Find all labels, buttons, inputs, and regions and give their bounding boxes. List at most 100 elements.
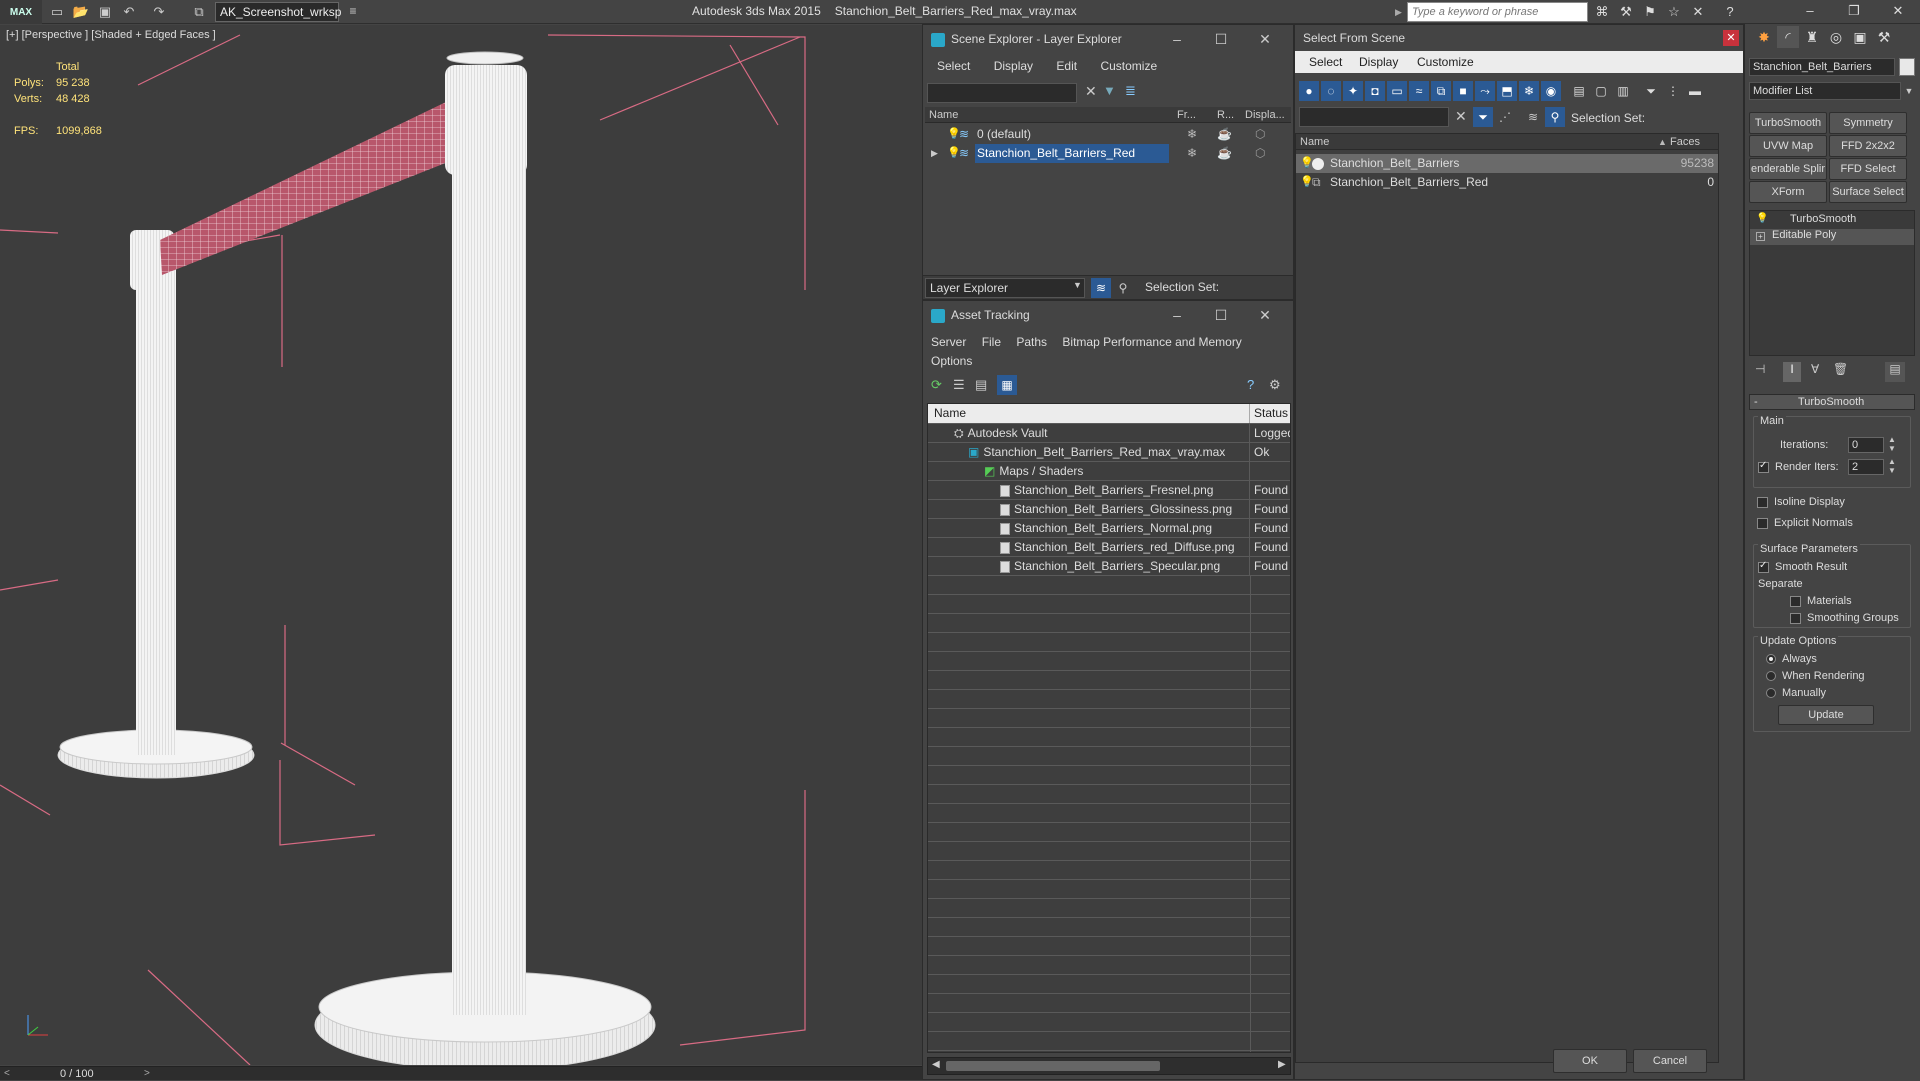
always-radio[interactable]: Always — [1766, 653, 1817, 665]
display-bones-icon[interactable]: ⤳ — [1475, 81, 1495, 101]
close-icon[interactable]: ✕ — [1243, 301, 1287, 329]
turbosmooth-rollout-header[interactable]: - TurboSmooth — [1749, 394, 1915, 410]
explorer-type-dropdown[interactable]: Layer Explorer — [925, 278, 1085, 298]
minimize-icon[interactable]: – — [1155, 25, 1199, 53]
menu-display[interactable]: Display — [1359, 55, 1398, 69]
asset-row[interactable]: ⛭ Autodesk Vault Logged — [928, 424, 1290, 443]
render-iters-spinner[interactable]: ▲ ▼ — [1888, 457, 1896, 475]
pin-stack-icon[interactable]: ⊣ — [1755, 362, 1765, 376]
asset-tracking-titlebar[interactable]: Asset Tracking – ☐ ✕ — [923, 301, 1293, 329]
time-slider[interactable]: < 0 / 100 > — [0, 1066, 922, 1080]
display-containers-icon[interactable]: ⬒ — [1497, 81, 1517, 101]
col-name[interactable]: Name — [929, 107, 958, 123]
display-helpers-icon[interactable]: ▭ — [1387, 81, 1407, 101]
display-geometry-icon[interactable]: ● — [1299, 81, 1319, 101]
open-file-icon[interactable]: 📂 — [72, 3, 90, 21]
sort-ascending-icon[interactable]: ▲ — [1658, 134, 1667, 150]
menu-server[interactable]: Server — [931, 335, 966, 349]
object-row[interactable]: 💡 Stanchion_Belt_Barriers 95238 — [1296, 154, 1718, 173]
col-display[interactable]: Displa... — [1245, 107, 1285, 123]
scrollbar-thumb[interactable] — [946, 1061, 1160, 1071]
new-file-icon[interactable]: ▭ — [48, 3, 66, 21]
select-search-input[interactable] — [1299, 107, 1449, 127]
freeze-icon[interactable]: ❄ — [1187, 125, 1197, 144]
save-icon[interactable]: ▣ — [96, 3, 114, 21]
render-icon[interactable]: ☕ — [1217, 144, 1232, 163]
configure-modifier-sets-icon[interactable]: ▤ — [1885, 362, 1905, 382]
when-rendering-radio[interactable]: When Rendering — [1766, 670, 1865, 682]
search-expand-icon[interactable]: ▶ — [1395, 2, 1405, 22]
time-prev-button[interactable]: < — [4, 1067, 10, 1081]
binoculars-icon[interactable]: ⌘ — [1592, 2, 1612, 22]
filter-icon[interactable]: ⏷ — [1641, 81, 1661, 101]
surface-select-button[interactable]: Surface Select — [1829, 181, 1907, 203]
materials-checkbox[interactable]: Materials — [1790, 595, 1852, 607]
modify-tab-icon[interactable]: ◜ — [1777, 26, 1799, 48]
display-lights-icon[interactable]: ✦ — [1343, 81, 1363, 101]
select-children-icon[interactable]: ⋰ — [1495, 107, 1515, 127]
scene-explorer-search-input[interactable] — [927, 83, 1077, 103]
menu-customize[interactable]: Customize — [1100, 59, 1157, 73]
render-iters-input[interactable]: 2 — [1848, 459, 1884, 475]
object-color-swatch[interactable] — [1899, 58, 1915, 76]
uvw-map-button[interactable]: UVW Map — [1749, 135, 1827, 157]
remove-modifier-icon[interactable]: 🗑 — [1833, 362, 1848, 376]
menu-paths[interactable]: Paths — [1016, 335, 1047, 349]
symmetry-button[interactable]: Symmetry — [1829, 112, 1907, 134]
cancel-button[interactable]: Cancel — [1633, 1049, 1707, 1073]
workspace-dropdown[interactable]: AK_Screenshot_wrksp — [215, 2, 341, 22]
asset-row[interactable]: Stanchion_Belt_Barriers_Glossiness.png F… — [928, 500, 1290, 519]
select-all-icon[interactable]: ▤ — [1569, 81, 1589, 101]
manually-radio[interactable]: Manually — [1766, 687, 1826, 699]
utilities-tab-icon[interactable]: ⚒ — [1873, 26, 1895, 48]
asset-row[interactable]: Stanchion_Belt_Barriers_red_Diffuse.png … — [928, 538, 1290, 557]
asset-row[interactable]: ◩ Maps / Shaders — [928, 462, 1290, 481]
smoothing-groups-checkbox[interactable]: Smoothing Groups — [1790, 612, 1899, 624]
list-view-icon[interactable]: ☰ — [953, 377, 965, 393]
stack-item-turbosmooth[interactable]: 💡 TurboSmooth — [1750, 213, 1914, 229]
ffd-2x2x2-button[interactable]: FFD 2x2x2 — [1829, 135, 1907, 157]
app-logo[interactable]: MAX — [0, 0, 42, 24]
help-icon[interactable]: ? — [1247, 377, 1254, 392]
perspective-viewport[interactable]: [+] [Perspective ] [Shaded + Edged Faces… — [0, 25, 922, 1065]
hierarchy-tab-icon[interactable]: ♜ — [1801, 26, 1823, 48]
chevron-down-icon[interactable]: ▼ — [1073, 280, 1082, 290]
lightbulb-icon[interactable]: 💡 — [1756, 213, 1768, 224]
ffd-select-button[interactable]: FFD Select — [1829, 158, 1907, 180]
menu-select[interactable]: Select — [937, 59, 970, 73]
smooth-result-checkbox[interactable]: Smooth Result — [1758, 560, 1847, 573]
render-iters-checkbox[interactable]: Render Iters: — [1758, 460, 1839, 473]
scroll-left-icon[interactable]: ◀ — [932, 1059, 940, 1070]
clear-search-icon[interactable]: ✕ — [1455, 108, 1467, 125]
chevron-down-icon[interactable]: ▼ — [1901, 82, 1917, 100]
asset-row[interactable]: Stanchion_Belt_Barriers_Fresnel.png Foun… — [928, 481, 1290, 500]
minimize-icon[interactable]: – — [1788, 0, 1832, 24]
hierarchy-mode-icon[interactable]: ⚲ — [1545, 107, 1565, 127]
maximize-icon[interactable]: ☐ — [1199, 25, 1243, 53]
modifier-list-dropdown[interactable]: Modifier List — [1749, 82, 1901, 100]
select-invert-icon[interactable]: ▥ — [1613, 81, 1633, 101]
turbosmooth-button[interactable]: TurboSmooth — [1749, 112, 1827, 134]
search-input[interactable]: Type a keyword or phrase — [1407, 2, 1588, 22]
scroll-right-icon[interactable]: ▶ — [1278, 1059, 1286, 1070]
display-icon[interactable]: ⬡ — [1255, 125, 1265, 144]
asset-row[interactable]: ▣ Stanchion_Belt_Barriers_Red_max_vray.ma… — [928, 443, 1290, 462]
motion-tab-icon[interactable]: ◎ — [1825, 26, 1847, 48]
select-from-scene-titlebar[interactable]: Select From Scene ✕ — [1295, 25, 1743, 51]
freeze-icon[interactable]: ❄ — [1187, 144, 1197, 163]
layer-row[interactable]: 💡 ≋ 0 (default) ❄ ☕ ⬡ — [925, 125, 1291, 144]
iterations-spinner[interactable]: ▲ ▼ — [1888, 435, 1896, 453]
layers-icon[interactable]: ≋ — [1523, 107, 1543, 127]
find-case-icon[interactable]: ⏷ — [1473, 107, 1493, 127]
restore-icon[interactable]: ❐ — [1832, 0, 1876, 24]
object-name-field[interactable]: Stanchion_Belt_Barriers — [1749, 58, 1895, 76]
display-cameras-icon[interactable]: ◘ — [1365, 81, 1385, 101]
show-end-result-icon[interactable]: I — [1783, 362, 1801, 382]
display-spacewarps-icon[interactable]: ≈ — [1409, 81, 1429, 101]
col-name[interactable]: Name — [928, 404, 1250, 423]
collapse-icon[interactable]: - — [1754, 395, 1758, 409]
project-folder-icon[interactable]: ⧉ — [190, 3, 208, 21]
stack-item-editable-poly[interactable]: + Editable Poly — [1750, 229, 1914, 245]
layers-mode-icon[interactable]: ≋ — [1091, 278, 1111, 298]
col-freeze[interactable]: Fr... — [1177, 107, 1196, 123]
